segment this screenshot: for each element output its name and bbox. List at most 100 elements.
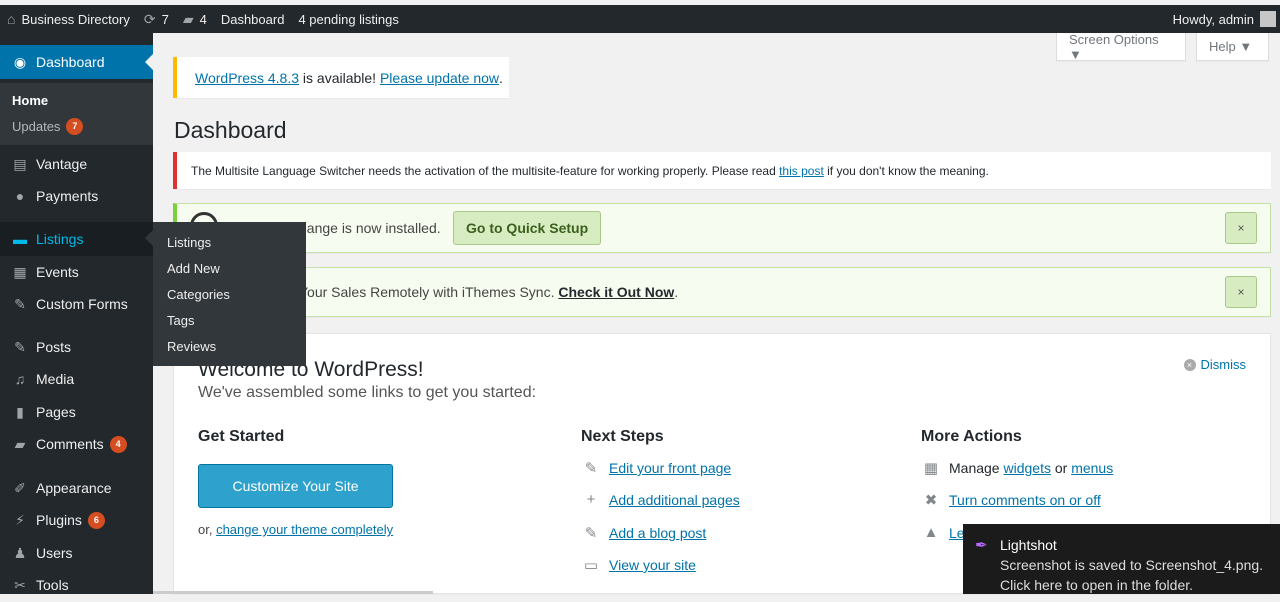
flyout-tags[interactable]: Tags bbox=[153, 307, 306, 333]
wrench-icon: ✂ bbox=[14, 576, 26, 593]
payments-icon: ● bbox=[15, 188, 25, 204]
help-button[interactable]: Help ▼ bbox=[1196, 33, 1269, 61]
dashboard-link[interactable]: Dashboard bbox=[214, 5, 292, 33]
or-text: or, bbox=[198, 522, 217, 537]
menu-comments-label: Comments bbox=[36, 436, 104, 452]
page-title: Dashboard bbox=[174, 117, 287, 143]
avatar bbox=[1260, 11, 1276, 27]
customize-site-button[interactable]: Customize Your Site bbox=[198, 464, 393, 508]
ithemes-sync-notice: Your Sales Remotely with iThemes Sync. C… bbox=[173, 267, 1271, 317]
vantage-icon: ▤ bbox=[13, 155, 27, 172]
learn-more[interactable]: ▲ Le bbox=[921, 524, 965, 541]
flyout-listings[interactable]: Listings bbox=[153, 229, 306, 255]
step-add-pages[interactable]: + Add additional pages bbox=[581, 491, 740, 508]
update-nag-middle: is available! bbox=[299, 69, 380, 86]
menu-comments[interactable]: ▰ Comments 4 bbox=[0, 427, 153, 461]
media-icon: ♫ bbox=[14, 371, 26, 387]
main-content: Screen Options ▼ Help ▼ WordPress 4.8.3 … bbox=[153, 32, 1280, 594]
lightshot-line1: Screenshot is saved to Screenshot_4.png. bbox=[1000, 557, 1264, 573]
menu-listings[interactable]: ▬ Listings bbox=[0, 222, 153, 256]
menu-pages[interactable]: ▮ Pages bbox=[0, 395, 153, 429]
msls-text: The Multisite Language Switcher needs th… bbox=[191, 163, 780, 178]
lightshot-line2: Click here to open in the folder. bbox=[1000, 577, 1194, 593]
update-nag: WordPress 4.8.3 is available! Please upd… bbox=[173, 57, 509, 98]
lightshot-title: Lightshot bbox=[1000, 537, 1057, 553]
menu-events[interactable]: ▦ Events bbox=[0, 255, 153, 289]
menu-tools[interactable]: ✂ Tools bbox=[0, 568, 153, 602]
step-edit-front-page[interactable]: ✎ Edit your front page bbox=[581, 459, 731, 477]
sync-dismiss-button[interactable]: × bbox=[1225, 276, 1257, 308]
listings-flyout-menu: Listings Add New Categories Tags Reviews bbox=[145, 222, 306, 366]
dismiss-link[interactable]: × Dismiss bbox=[1183, 357, 1247, 372]
dismiss-label: Dismiss bbox=[1200, 357, 1247, 372]
flyout-add-new[interactable]: Add New bbox=[153, 255, 306, 281]
sync-notice-text: Your Sales Remotely with iThemes Sync. C… bbox=[299, 268, 678, 316]
dashboard-icon: ◉ bbox=[13, 53, 27, 70]
widgets-icon: ▦ bbox=[923, 460, 939, 477]
edit-front-page-link[interactable]: Edit your front page bbox=[609, 460, 731, 476]
edit-icon: ✎ bbox=[584, 460, 598, 477]
posts-pin-icon: ✎ bbox=[14, 338, 26, 355]
menu-appearance[interactable]: ✐ Appearance bbox=[0, 471, 153, 505]
graduation-cap-icon: ▲ bbox=[923, 524, 939, 541]
menu-posts[interactable]: ✎ Posts bbox=[0, 330, 153, 364]
menu-dashboard[interactable]: ◉ Dashboard bbox=[0, 45, 153, 79]
add-pages-link[interactable]: Add additional pages bbox=[609, 492, 740, 508]
quick-setup-button[interactable]: Go to Quick Setup bbox=[453, 211, 602, 245]
sync-after: . bbox=[674, 284, 679, 300]
account-menu[interactable]: Howdy, admin bbox=[1166, 5, 1280, 33]
toggle-comments-link[interactable]: Turn comments on or off bbox=[949, 492, 1101, 508]
flyout-categories[interactable]: Categories bbox=[153, 281, 306, 307]
update-nag-end: . bbox=[499, 69, 503, 86]
toggle-comments[interactable]: ✖ Turn comments on or off bbox=[921, 491, 1101, 509]
check-it-out-link[interactable]: Check it Out Now bbox=[558, 284, 674, 300]
update-now-link[interactable]: Please update now bbox=[380, 70, 499, 86]
menu-payments[interactable]: ● Payments bbox=[0, 179, 153, 213]
msls-link[interactable]: this post bbox=[779, 164, 824, 178]
plus-icon: + bbox=[586, 491, 596, 508]
calendar-icon: ▦ bbox=[13, 263, 27, 280]
menu-pages-label: Pages bbox=[36, 404, 76, 420]
step-add-blog-post[interactable]: ✎ Add a blog post bbox=[581, 524, 707, 542]
menu-listings-label: Listings bbox=[36, 231, 84, 247]
view-site-link[interactable]: View your site bbox=[609, 557, 696, 573]
msls-notice: The Multisite Language Switcher needs th… bbox=[173, 152, 1271, 189]
more-actions-heading: More Actions bbox=[921, 428, 1022, 445]
howdy-text: Howdy, admin bbox=[1172, 11, 1254, 27]
menu-vantage-label: Vantage bbox=[36, 156, 88, 172]
current-arrow bbox=[145, 54, 153, 70]
screen-options-button[interactable]: Screen Options ▼ bbox=[1056, 32, 1186, 62]
pending-listings-link[interactable]: 4 pending listings bbox=[291, 5, 405, 33]
menu-media[interactable]: ♫ Media bbox=[0, 362, 153, 396]
welcome-about: We've assembled some links to get you st… bbox=[198, 384, 537, 401]
msls-after: if you don't know the meaning. bbox=[823, 163, 989, 178]
setup-dismiss-button[interactable]: × bbox=[1225, 212, 1257, 244]
menu-events-label: Events bbox=[36, 264, 79, 280]
manage-widgets-menus: ▦ Manage widgets or menus bbox=[921, 459, 1113, 477]
refresh-icon: ⟳ bbox=[143, 10, 156, 27]
menu-custom-forms[interactable]: ✎ Custom Forms bbox=[0, 287, 153, 321]
site-name-link[interactable]: ⌂ Business Directory bbox=[0, 5, 137, 33]
widgets-link[interactable]: widgets bbox=[1003, 460, 1050, 476]
menu-custom-forms-label: Custom Forms bbox=[36, 296, 128, 312]
updates-link[interactable]: ⟳ 7 bbox=[137, 5, 176, 33]
monitor-icon: ▭ bbox=[583, 557, 599, 574]
add-blog-post-link[interactable]: Add a blog post bbox=[609, 525, 706, 541]
change-theme-link[interactable]: change your theme completely bbox=[216, 522, 393, 537]
plug-icon: ⚡ bbox=[15, 511, 25, 528]
menus-link[interactable]: menus bbox=[1071, 460, 1113, 476]
menu-plugins[interactable]: ⚡ Plugins 6 bbox=[0, 503, 153, 537]
menu-vantage[interactable]: ▤ Vantage bbox=[0, 147, 153, 181]
step-view-site[interactable]: ▭ View your site bbox=[581, 556, 696, 574]
submenu-home[interactable]: Home bbox=[0, 87, 153, 113]
flyout-reviews[interactable]: Reviews bbox=[153, 333, 306, 359]
comments-link[interactable]: ▰ 4 bbox=[176, 5, 214, 33]
submenu-updates[interactable]: Updates 7 bbox=[0, 113, 153, 139]
pages-icon: ▮ bbox=[16, 403, 24, 420]
sync-text: Your Sales Remotely with iThemes Sync. bbox=[299, 284, 559, 300]
lightshot-notification[interactable]: ✒ Lightshot Screenshot is saved to Scree… bbox=[963, 524, 1280, 594]
comments-badge: 4 bbox=[109, 435, 127, 453]
menu-payments-label: Payments bbox=[36, 188, 99, 204]
menu-users[interactable]: ♟ Users bbox=[0, 536, 153, 570]
wp-version-link[interactable]: WordPress 4.8.3 bbox=[195, 70, 299, 86]
